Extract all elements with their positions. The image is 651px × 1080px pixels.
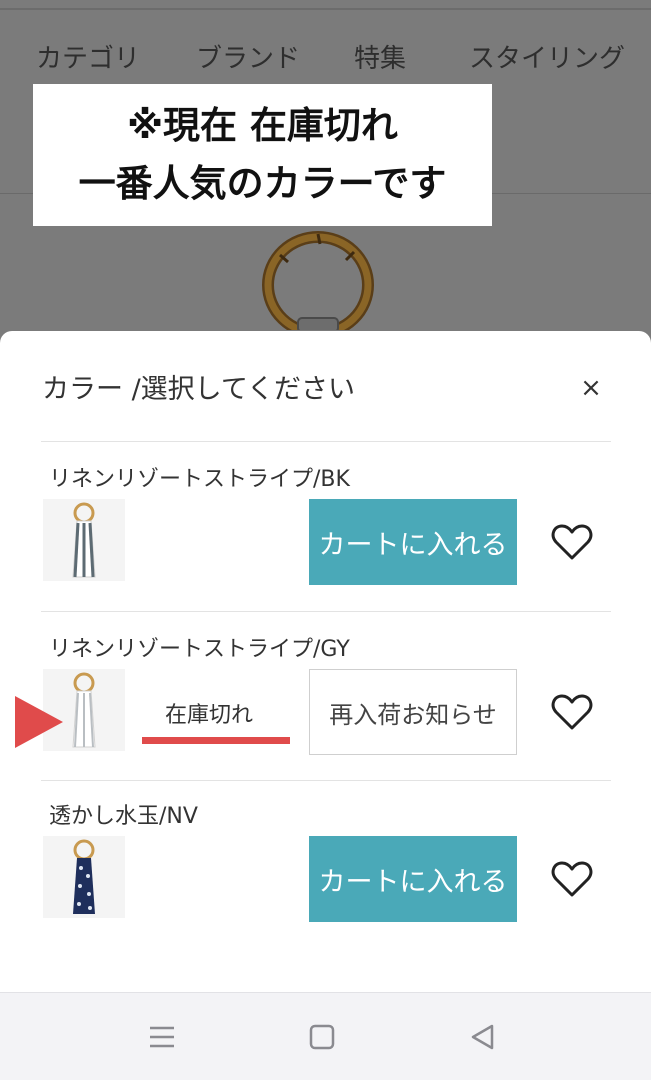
promo-annotation: ※現在 在庫切れ 一番人気のカラーです <box>33 84 492 226</box>
annotation-arrow-icon <box>15 696 63 748</box>
color-item-gy: リネンリゾートストライプ/GY 在庫切れ 再入荷お知らせ <box>41 611 621 779</box>
nav-item-brand[interactable]: ブランド <box>196 38 300 75</box>
item-name: リネンリゾートストライプ/BK <box>49 467 350 492</box>
dot-scarf-navy-thumbnail <box>43 836 125 918</box>
close-button[interactable]: × <box>572 369 610 407</box>
heart-outline-icon[interactable] <box>551 693 593 731</box>
item-name: 透かし水玉/NV <box>49 804 198 829</box>
home-square-icon[interactable] <box>304 1019 340 1055</box>
add-to-cart-button[interactable]: カートに入れる <box>309 499 517 585</box>
promo-line-2: 一番人気のカラーです <box>78 162 447 205</box>
category-nav: カテゴリ ブランド 特集 スタイリング <box>0 22 651 84</box>
close-icon: × <box>580 373 602 403</box>
nav-item-styling[interactable]: スタイリング <box>469 38 625 75</box>
restock-notify-button[interactable]: 再入荷お知らせ <box>309 669 517 755</box>
bamboo-handle-image <box>262 231 374 330</box>
stripe-scarf-black-thumbnail <box>43 499 125 581</box>
sheet-title: カラー /選択してください <box>42 374 356 405</box>
system-nav-bar <box>0 992 651 1080</box>
top-divider <box>0 8 651 10</box>
nav-item-category[interactable]: カテゴリ <box>36 38 140 75</box>
annotation-underline <box>142 737 290 744</box>
color-item-bk: リネンリゾートストライプ/BK カートに入れる <box>41 441 621 609</box>
menu-icon[interactable] <box>144 1019 180 1055</box>
item-name: リネンリゾートストライプ/GY <box>49 637 350 662</box>
add-to-cart-button[interactable]: カートに入れる <box>309 836 517 922</box>
back-triangle-icon[interactable] <box>465 1019 501 1055</box>
color-item-nv: 透かし水玉/NV カートに入れる <box>41 778 621 946</box>
color-select-sheet: カラー /選択してください × リネンリゾートストライプ/BK カートに入れる … <box>0 331 651 992</box>
heart-outline-icon[interactable] <box>551 860 593 898</box>
promo-line-1: ※現在 在庫切れ <box>127 104 398 147</box>
out-of-stock-label: 在庫切れ <box>165 703 254 728</box>
heart-outline-icon[interactable] <box>551 523 593 561</box>
nav-item-feature[interactable]: 特集 <box>354 38 406 75</box>
